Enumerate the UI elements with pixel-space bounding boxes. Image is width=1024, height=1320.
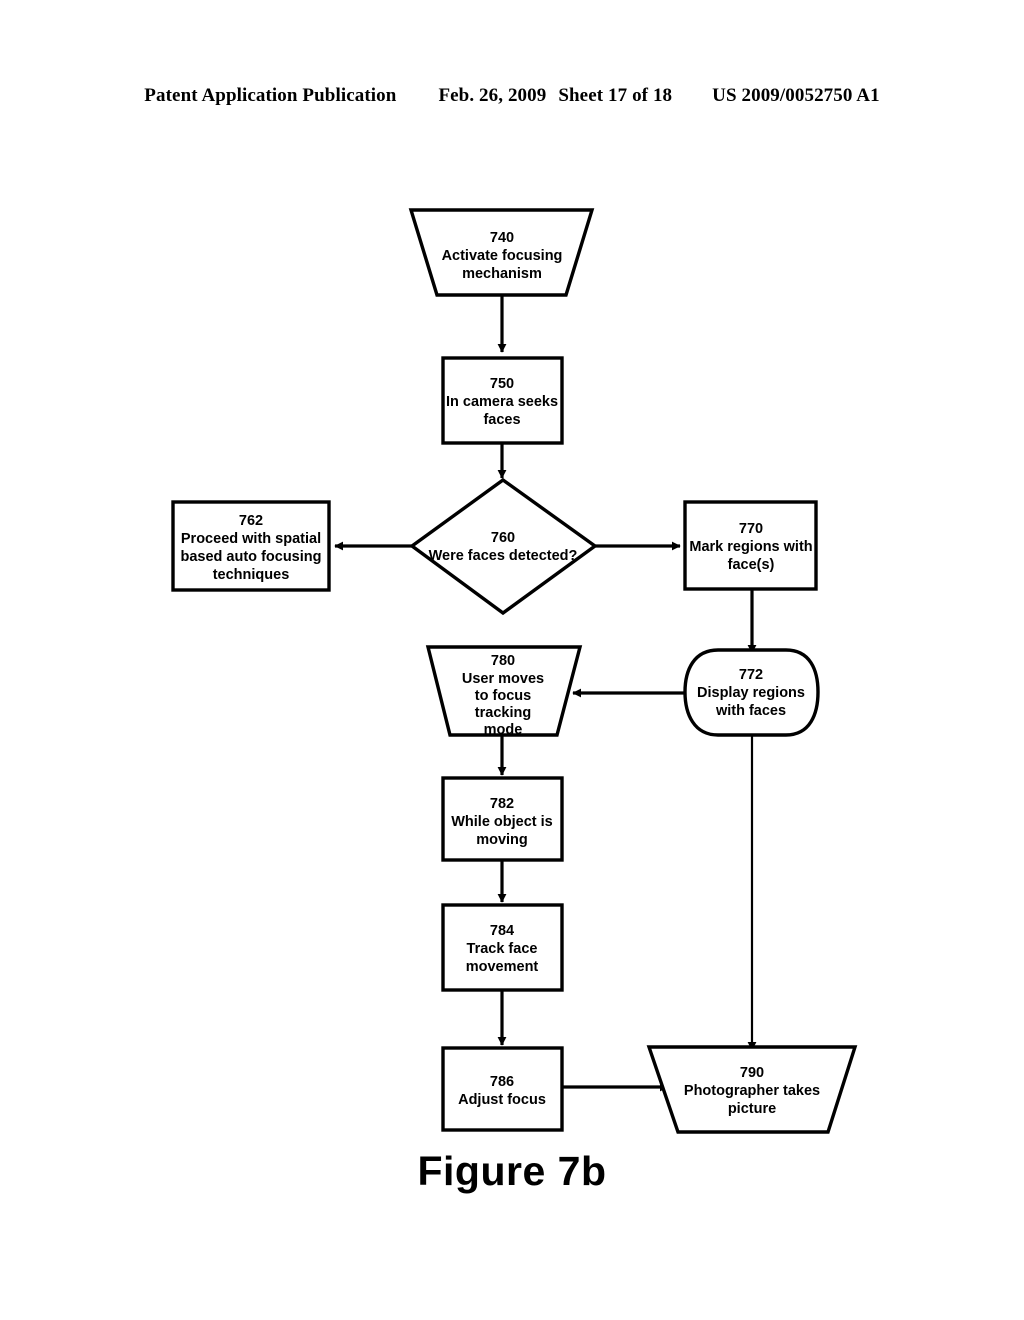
flow-node-790-line-1: Photographer takes	[684, 1083, 820, 1099]
flow-node-782[interactable]: 782 While object is moving	[441, 776, 564, 862]
flow-node-770[interactable]: 770 Mark regions with face(s)	[683, 500, 818, 591]
flowchart-diagram: 740 Activate focusing mechanism 750 In c…	[0, 0, 1024, 1320]
flow-node-740-line-1: Activate focusing	[442, 248, 563, 264]
flow-node-782-line-2: moving	[476, 832, 528, 848]
flow-node-780-line-1: User moves	[462, 671, 544, 687]
flow-node-750-line-1: In camera seeks	[446, 394, 558, 410]
flow-node-760[interactable]: 760 Were faces detected?	[409, 477, 598, 616]
flow-node-790-line-0: 790	[740, 1065, 764, 1081]
flow-node-772-line-0: 772	[739, 667, 763, 683]
flow-node-786-line-0: 786	[490, 1074, 514, 1090]
flow-node-762-line-0: 762	[239, 513, 263, 529]
flow-node-762-line-1: Proceed with spatial	[181, 531, 321, 547]
flow-node-784-line-2: movement	[466, 959, 539, 975]
flow-node-760-line-0: 760	[491, 530, 515, 546]
flow-node-760-shape	[409, 477, 598, 616]
flow-node-790-line-2: picture	[728, 1101, 776, 1117]
flow-node-760-line-1: Were faces detected?	[429, 548, 578, 564]
flow-node-784-line-1: Track face	[467, 941, 538, 957]
flow-node-770-line-1: Mark regions with	[689, 539, 812, 555]
flow-node-750-line-2: faces	[483, 412, 520, 428]
flow-node-762-line-3: techniques	[213, 567, 290, 583]
flow-node-782-line-0: 782	[490, 796, 514, 812]
flow-node-782-line-1: While object is	[451, 814, 553, 830]
flow-node-784-line-0: 784	[490, 923, 514, 939]
flow-node-762-line-2: based auto focusing	[181, 549, 322, 565]
flow-node-750-line-0: 750	[490, 376, 514, 392]
flow-node-750[interactable]: 750 In camera seeks faces	[441, 356, 564, 445]
flow-node-740[interactable]: 740 Activate focusing mechanism	[408, 208, 595, 297]
flow-node-762[interactable]: 762 Proceed with spatial based auto focu…	[171, 500, 331, 592]
figure-caption: Figure 7b	[417, 1148, 607, 1194]
flow-node-780[interactable]: 780 User moves to focus tracking mode	[425, 645, 583, 738]
flow-node-780-line-2: to focus	[475, 688, 531, 704]
flow-node-770-line-2: face(s)	[728, 557, 775, 573]
flow-node-770-line-0: 770	[739, 521, 763, 537]
flow-node-790[interactable]: 790 Photographer takes picture	[646, 1045, 858, 1134]
flow-node-772[interactable]: 772 Display regions with faces	[683, 648, 820, 737]
flow-node-772-line-1: Display regions	[697, 685, 805, 701]
flow-node-772-line-2: with faces	[715, 703, 786, 719]
flow-node-784[interactable]: 784 Track face movement	[441, 903, 564, 992]
flow-node-740-line-0: 740	[490, 230, 514, 246]
flow-node-786-line-1: Adjust focus	[458, 1092, 546, 1108]
flow-node-780-line-0: 780	[491, 653, 515, 669]
flow-node-740-line-2: mechanism	[462, 266, 542, 282]
flow-node-780-line-3: tracking	[475, 705, 531, 721]
flow-node-780-line-4: mode	[484, 722, 523, 738]
flow-node-786[interactable]: 786 Adjust focus	[441, 1046, 564, 1132]
